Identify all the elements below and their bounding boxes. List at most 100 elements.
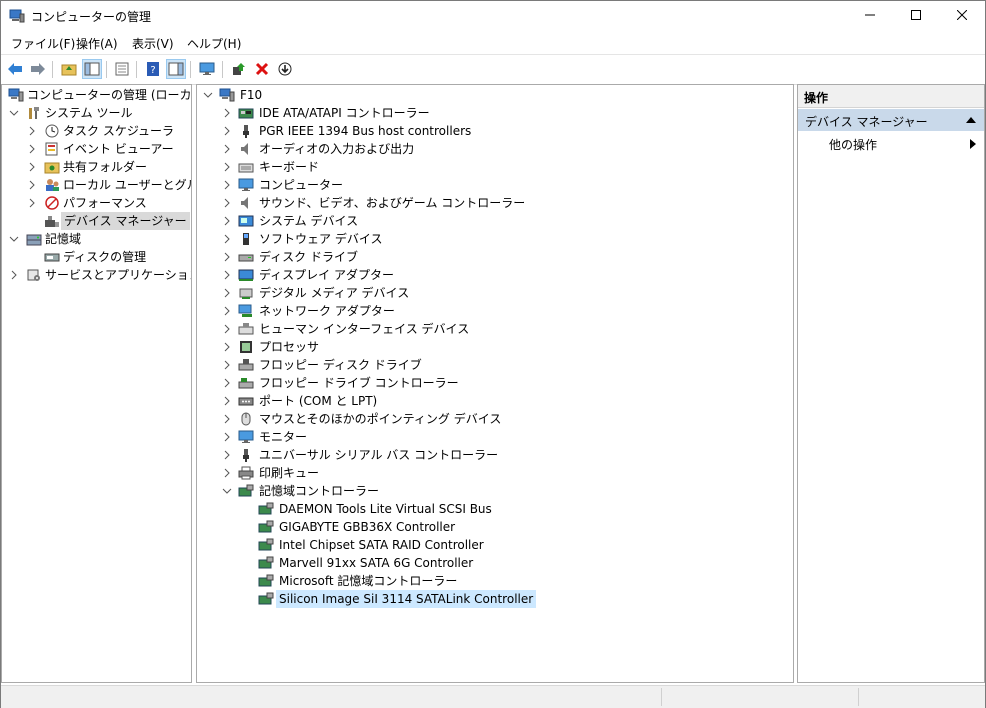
show-action-pane-icon[interactable]	[166, 59, 186, 79]
console-tree-item[interactable]: イベント ビューアー	[2, 140, 191, 158]
expand-chevron-icon[interactable]	[221, 140, 233, 158]
expand-chevron-icon[interactable]	[221, 248, 233, 266]
console-tree-item[interactable]: システム ツール	[2, 104, 191, 122]
device-category[interactable]: ユニバーサル シリアル バス コントローラー	[197, 446, 793, 464]
device-category[interactable]: デジタル メディア デバイス	[197, 284, 793, 302]
console-tree-item[interactable]: サービスとアプリケーション	[2, 266, 191, 284]
device-tree-root[interactable]: F10	[197, 86, 793, 104]
console-tree-item[interactable]: ローカル ユーザーとグループ	[2, 176, 191, 194]
device-category[interactable]: マウスとそのほかのポインティング デバイス	[197, 410, 793, 428]
expand-chevron-icon[interactable]	[221, 284, 233, 302]
expand-chevron-icon[interactable]	[221, 122, 233, 140]
device-tree-pane: F10 IDE ATA/ATAPI コントローラー PGR IEEE 1394 Bu…	[196, 84, 794, 683]
device-item[interactable]: Silicon Image SiI 3114 SATALink Controll…	[197, 590, 793, 608]
expand-chevron-icon[interactable]	[221, 356, 233, 374]
device-category[interactable]: コンピューター	[197, 176, 793, 194]
storage-controller-icon	[258, 520, 274, 533]
uninstall-icon[interactable]	[252, 59, 272, 79]
device-category[interactable]: PGR IEEE 1394 Bus host controllers	[197, 122, 793, 140]
expand-chevron-icon[interactable]	[221, 212, 233, 230]
action-pane-header: 操作	[798, 85, 984, 108]
device-category[interactable]: ヒューマン インターフェイス デバイス	[197, 320, 793, 338]
device-category-label: デジタル メディア デバイス	[259, 286, 410, 300]
expand-chevron-icon[interactable]	[221, 194, 233, 212]
expand-chevron-icon[interactable]	[221, 374, 233, 392]
collapse-up-icon[interactable]	[966, 117, 976, 123]
expand-chevron-icon[interactable]	[221, 320, 233, 338]
collapse-chevron-icon[interactable]	[8, 104, 20, 122]
device-category[interactable]: ディスク ドライブ	[197, 248, 793, 266]
action-section-device-manager[interactable]: デバイス マネージャー	[798, 109, 984, 131]
expand-chevron-icon[interactable]	[26, 176, 38, 194]
collapse-chevron-icon[interactable]	[202, 86, 214, 104]
scan-hardware-icon[interactable]	[275, 59, 295, 79]
device-category[interactable]: プロセッサ	[197, 338, 793, 356]
close-button[interactable]	[939, 1, 985, 31]
expand-chevron-icon[interactable]	[221, 392, 233, 410]
action-more-actions[interactable]: 他の操作	[798, 133, 984, 155]
device-item[interactable]: Intel Chipset SATA RAID Controller	[197, 536, 793, 554]
device-category[interactable]: キーボード	[197, 158, 793, 176]
device-category[interactable]: フロッピー ドライブ コントローラー	[197, 374, 793, 392]
up-folder-icon[interactable]	[59, 59, 79, 79]
device-category[interactable]: システム デバイス	[197, 212, 793, 230]
expand-chevron-icon[interactable]	[221, 446, 233, 464]
device-category[interactable]: サウンド、ビデオ、およびゲーム コントローラー	[197, 194, 793, 212]
device-category[interactable]: モニター	[197, 428, 793, 446]
device-category[interactable]: 印刷キュー	[197, 464, 793, 482]
console-tree-item[interactable]: タスク スケジューラ	[2, 122, 191, 140]
expand-chevron-icon[interactable]	[221, 230, 233, 248]
update-driver-icon[interactable]	[229, 59, 249, 79]
help-icon[interactable]: ?	[143, 59, 163, 79]
expand-chevron-icon[interactable]	[221, 158, 233, 176]
device-item[interactable]: Microsoft 記憶域コントローラー	[197, 572, 793, 590]
expand-chevron-icon[interactable]	[221, 464, 233, 482]
show-console-tree-icon[interactable]	[82, 59, 102, 79]
device-category[interactable]: ポート (COM と LPT)	[197, 392, 793, 410]
device-item[interactable]: DAEMON Tools Lite Virtual SCSI Bus	[197, 500, 793, 518]
expand-chevron-icon[interactable]	[26, 158, 38, 176]
expand-chevron-icon[interactable]	[26, 122, 38, 140]
console-tree-item[interactable]: コンピューターの管理 (ローカル)	[2, 86, 191, 104]
collapse-chevron-icon[interactable]	[221, 482, 233, 500]
device-item[interactable]: Marvell 91xx SATA 6G Controller	[197, 554, 793, 572]
console-tree-item[interactable]: ディスクの管理	[2, 248, 191, 266]
monitor-icon[interactable]	[197, 59, 217, 79]
menu-help[interactable]: ヘルプ(H)	[187, 35, 241, 52]
expand-chevron-icon[interactable]	[26, 140, 38, 158]
expand-chevron-icon[interactable]	[221, 302, 233, 320]
performance-icon	[45, 196, 59, 210]
menu-file[interactable]: ファイル(F)	[11, 35, 75, 52]
export-list-icon[interactable]	[112, 59, 132, 79]
console-tree-item[interactable]: パフォーマンス	[2, 194, 191, 212]
expand-chevron-icon[interactable]	[8, 266, 20, 284]
forward-icon[interactable]	[28, 59, 48, 79]
expand-chevron-icon[interactable]	[26, 194, 38, 212]
device-category[interactable]: ディスプレイ アダプター	[197, 266, 793, 284]
expand-chevron-icon[interactable]	[221, 338, 233, 356]
device-tree-root-label: F10	[240, 88, 263, 102]
console-tree-label: ローカル ユーザーとグループ	[63, 178, 191, 192]
console-tree-item[interactable]: 共有フォルダー	[2, 158, 191, 176]
expand-chevron-icon[interactable]	[221, 428, 233, 446]
device-category[interactable]: 記憶域コントローラー	[197, 482, 793, 500]
device-category[interactable]: ソフトウェア デバイス	[197, 230, 793, 248]
collapse-chevron-icon[interactable]	[8, 230, 20, 248]
window-title: コンピューターの管理	[31, 10, 152, 24]
device-item[interactable]: GIGABYTE GBB36X Controller	[197, 518, 793, 536]
minimize-button[interactable]	[847, 1, 893, 31]
expand-chevron-icon[interactable]	[221, 176, 233, 194]
expand-chevron-icon[interactable]	[221, 410, 233, 428]
expand-chevron-icon[interactable]	[221, 266, 233, 284]
menu-action[interactable]: 操作(A)	[76, 35, 118, 52]
console-tree-item[interactable]: デバイス マネージャー	[2, 212, 191, 230]
console-tree-item[interactable]: 記憶域	[2, 230, 191, 248]
device-category[interactable]: フロッピー ディスク ドライブ	[197, 356, 793, 374]
menu-view[interactable]: 表示(V)	[132, 35, 174, 52]
device-category[interactable]: オーディオの入力および出力	[197, 140, 793, 158]
maximize-button[interactable]	[893, 1, 939, 31]
device-category[interactable]: ネットワーク アダプター	[197, 302, 793, 320]
back-icon[interactable]	[5, 59, 25, 79]
expand-chevron-icon[interactable]	[221, 104, 233, 122]
device-category[interactable]: IDE ATA/ATAPI コントローラー	[197, 104, 793, 122]
